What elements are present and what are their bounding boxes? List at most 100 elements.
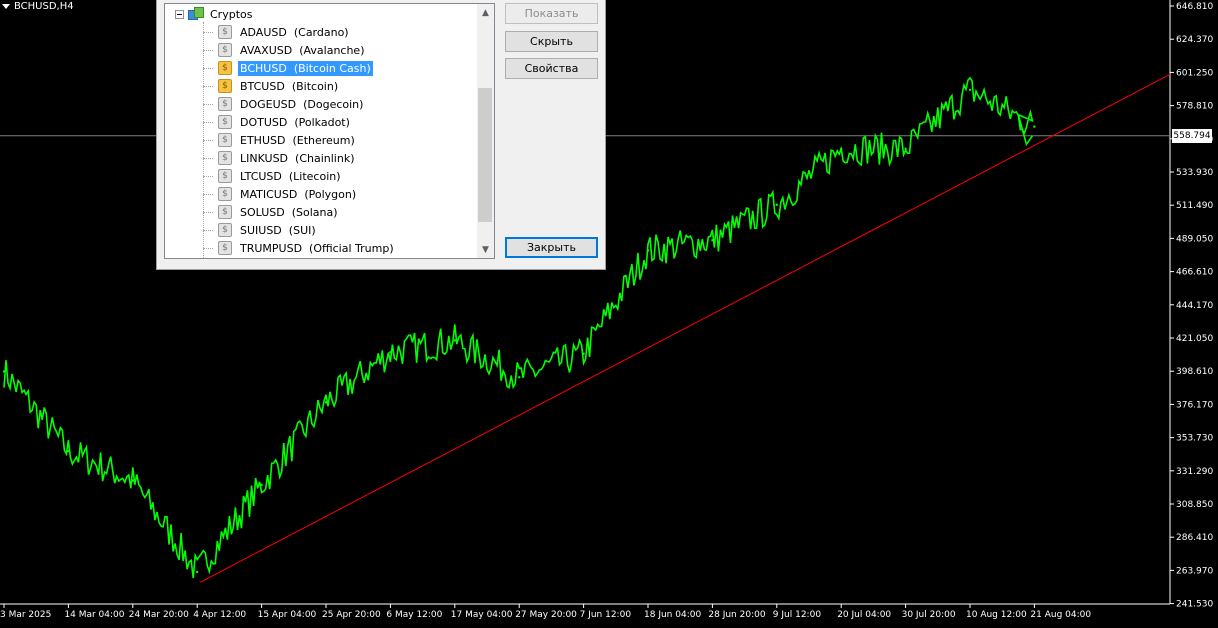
symbol-code: TRUMPUSD [240,241,303,255]
price-point [389,351,392,354]
price-point [2,370,6,373]
time-tick-label: 18 Jun 04:00 [644,610,701,620]
symbol-description: (Cardano) [293,25,349,39]
collapse-icon[interactable] [175,9,184,19]
symbol-description: (Polygon) [304,187,357,201]
scroll-thumb[interactable] [478,88,492,222]
hide-button[interactable]: Скрыть [505,31,598,52]
symbol-icon: $ [218,115,232,129]
price-tick-label: 331.290 [1176,467,1213,477]
price-tick-label: 263.970 [1176,566,1213,576]
symbol-label: SUIUSD (SUI) [238,223,318,238]
symbol-item-ltcusd[interactable]: $ LTCUSD (Litecoin) [203,167,343,185]
tree-connector [203,157,213,159]
price-tick-label: 444.170 [1176,301,1213,311]
tree-connector [203,229,213,231]
symbol-description: (Polkadot) [294,115,350,129]
time-tick-label: 3 Mar 2025 [0,610,51,620]
scroll-up-icon[interactable]: ▲ [477,4,494,21]
symbol-code: MATICUSD [240,187,298,201]
time-tick-label: 6 May 12:00 [386,610,442,620]
price-tick-label: 308.850 [1176,500,1213,510]
symbol-description: (Ethereum) [292,133,355,147]
properties-button[interactable]: Свойства [505,58,598,79]
symbol-code: DOGEUSD [240,97,297,111]
tree-group-cryptos[interactable]: Cryptos [175,5,252,23]
price-tick-label: 601.250 [1176,68,1213,78]
symbol-item-avaxusd[interactable]: $ AVAXUSD (Avalanche) [203,41,367,59]
price-point [131,479,134,482]
chart-menu-icon[interactable] [2,4,10,9]
symbol-item-maticusd[interactable]: $ MATICUSD (Polygon) [203,185,358,203]
symbol-code: BTCUSD [240,79,285,93]
tree-connector [203,211,213,213]
price-tick-label: 421.050 [1176,334,1213,344]
tree-connector [203,121,213,123]
show-button[interactable]: Показать [505,3,598,24]
symbol-code: BCHUSD [240,61,287,75]
symbol-code: AVAXUSD [240,43,293,57]
price-point [453,339,456,342]
symbol-label: SOLUSD (Solana) [238,205,340,220]
symbol-item-linkusd[interactable]: $ LINKUSD (Chainlink) [203,149,357,167]
symbol-description: (Avalanche) [299,43,365,57]
folder-icon [188,7,205,21]
symbol-description: (Bitcoin Cash) [293,61,371,75]
symbol-tree[interactable]: Cryptos $ ADAUSD (Cardano) $ AVAXUSD (Avala… [164,3,495,259]
tree-connector [203,175,213,177]
time-tick-label: 15 Apr 04:00 [258,610,317,620]
current-price-tag: 558.794 [1172,128,1212,143]
symbol-label: DOTUSD (Polkadot) [238,115,352,130]
symbol-label: AVAXUSD (Avalanche) [238,43,367,58]
time-tick-label: 17 May 04:00 [451,610,513,620]
symbol-label: MATICUSD (Polygon) [238,187,358,202]
price-point [324,401,328,404]
symbol-item-solusd[interactable]: $ SOLUSD (Solana) [203,203,340,221]
price-tick-label: 511.490 [1176,201,1213,211]
symbol-label: ADAUSD (Cardano) [238,25,351,40]
close-button[interactable]: Закрыть [505,237,598,258]
symbol-item-btcusd[interactable]: $ BTCUSD (Bitcoin) [203,77,340,95]
symbol-icon: $ [218,205,232,219]
price-point [968,88,972,91]
symbol-item-dogeusd[interactable]: $ DOGEUSD (Dogecoin) [203,95,365,113]
price-point [67,449,70,453]
tree-connector [203,31,213,33]
symbol-icon: $ [218,25,232,39]
time-tick-label: 28 Jun 20:00 [708,610,765,620]
chart-symbol-text: BCHUSD,H4 [14,1,74,12]
time-tick-label: 30 Jul 20:00 [902,610,956,620]
symbol-item-trumpusd[interactable]: $ TRUMPUSD (Official Trump) [203,239,396,257]
price-tick-label: 398.610 [1176,367,1213,377]
symbol-description: (Dogecoin) [303,97,364,111]
price-point [1033,125,1036,128]
symbol-description: (Chainlink) [295,151,355,165]
price-point [196,570,199,574]
price-point [711,238,714,242]
symbol-description: (SUI) [288,223,316,237]
symbol-icon: $ [218,241,232,255]
symbol-code: LTCUSD [240,169,282,183]
symbol-description: (Solana) [291,205,338,219]
scroll-down-icon[interactable]: ▼ [477,241,494,258]
symbol-icon: $ [218,169,232,183]
symbol-item-adausd[interactable]: $ ADAUSD (Cardano) [203,23,351,41]
symbol-item-suiusd[interactable]: $ SUIUSD (SUI) [203,221,318,239]
tree-connector [203,247,213,249]
time-tick-label: 27 May 20:00 [515,610,577,620]
symbol-item-bchusd[interactable]: $ BCHUSD (Bitcoin Cash) [203,59,373,77]
tree-connector [203,67,213,69]
tree-scrollbar[interactable]: ▲ ▼ [477,4,494,258]
symbol-icon: $ [218,97,232,111]
time-tick-label: 25 Apr 20:00 [322,610,381,620]
symbol-description: (Official Trump) [309,241,394,255]
symbol-code: ETHUSD [240,133,286,147]
symbol-label: TRUMPUSD (Official Trump) [238,241,396,256]
price-point [775,203,778,206]
symbol-code: ADAUSD [240,25,287,39]
symbol-item-ethusd[interactable]: $ ETHUSD (Ethereum) [203,131,357,149]
price-tick-label: 624.370 [1176,35,1213,45]
symbol-item-dotusd[interactable]: $ DOTUSD (Polkadot) [203,113,352,131]
symbol-code: SOLUSD [240,205,285,219]
symbol-code: LINKUSD [240,151,289,165]
